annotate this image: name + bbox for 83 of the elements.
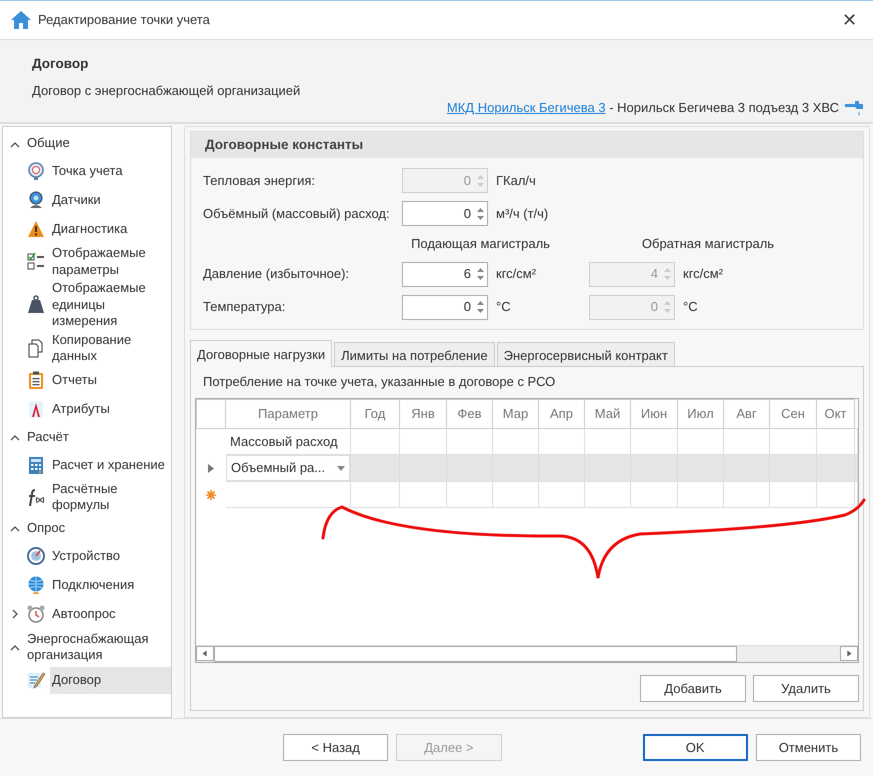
dialog-button[interactable]: Отменить xyxy=(756,734,862,761)
tab[interactable]: Лимиты на потребление xyxy=(334,342,495,366)
gauge-icon xyxy=(27,162,45,181)
tree-group[interactable]: Общие xyxy=(3,130,171,157)
field-label: Температура: xyxy=(202,298,286,316)
dialog-button[interactable]: OK xyxy=(642,734,748,761)
tree-item[interactable]: Отображаемые единицы измерения xyxy=(50,280,171,330)
dropdown-cell[interactable]: Объемный ра... xyxy=(226,455,350,481)
column-header[interactable]: Окт xyxy=(816,400,854,428)
warning-icon xyxy=(27,220,45,239)
field-label: Тепловая энергия: xyxy=(202,172,316,190)
tree-item[interactable]: Расчет и хранение xyxy=(50,452,171,478)
speedometer-icon xyxy=(27,546,45,566)
column-header[interactable]: Июл xyxy=(678,400,724,428)
tree-group[interactable]: Энергоснабжающая организация xyxy=(3,628,171,666)
note-pencil-icon xyxy=(27,670,45,690)
unit-label: м³/ч (т/ч) xyxy=(495,204,550,223)
breadcrumb-link[interactable]: МКД Норильск Бегичева 3 xyxy=(446,98,606,118)
dialog-button[interactable]: < Назад xyxy=(283,734,388,761)
grid-caption: Потребление на точке учета, указанные в договоре с РСО xyxy=(202,373,556,391)
calculator-icon xyxy=(27,456,45,474)
breadcrumb-path: - Норильск Бегичева 3 подъезд 3 ХВС xyxy=(608,99,839,118)
column-header: Подающая магистраль xyxy=(410,235,551,253)
row-pointer-icon xyxy=(208,464,214,474)
unit-label: ГКал/ч xyxy=(495,172,537,190)
unit-label: °C xyxy=(682,298,699,316)
globe-icon xyxy=(27,576,45,594)
tree-item[interactable]: Датчики xyxy=(50,187,171,214)
window-title: Редактирование точки учета xyxy=(38,11,211,30)
column-header[interactable]: Год xyxy=(350,400,400,428)
unit-label: кгс/см² xyxy=(682,265,724,284)
tree-item[interactable]: Расчётные формулы xyxy=(50,480,171,514)
column-header[interactable]: Фев xyxy=(446,400,492,428)
alarm-clock-icon xyxy=(27,604,45,624)
clipboard-icon xyxy=(27,370,45,390)
column-header[interactable]: Июн xyxy=(630,400,678,428)
column-header[interactable]: Сен xyxy=(770,400,816,428)
horizontal-scrollbar[interactable] xyxy=(196,645,858,662)
tree-item[interactable]: Атрибуты xyxy=(50,396,171,422)
column-header[interactable]: Янв xyxy=(400,400,446,428)
function-icon xyxy=(27,488,45,506)
checklist-icon xyxy=(27,252,45,271)
tree-item[interactable]: Диагностика xyxy=(50,216,171,243)
weight-icon xyxy=(27,295,45,314)
dropdown-caret-icon xyxy=(337,466,345,470)
grid-action-button[interactable]: Добавить xyxy=(640,675,746,702)
tree-item[interactable]: Отчеты xyxy=(50,366,171,394)
tree-item[interactable]: Копирование данных xyxy=(50,332,171,364)
number-field[interactable]: 0 xyxy=(402,201,488,226)
tree-item[interactable]: Точка учета xyxy=(50,158,171,185)
tree-item[interactable]: Устройство xyxy=(50,542,171,570)
field-label: Объёмный (массовый) расход: xyxy=(202,204,391,223)
unit-label: кгс/см² xyxy=(495,265,538,284)
number-field[interactable]: 0 xyxy=(402,294,488,320)
column-header[interactable]: Параметр xyxy=(226,400,350,428)
table-cell: Массовый расход xyxy=(226,428,350,454)
copy-icon xyxy=(27,338,45,358)
unit-label: °C xyxy=(495,298,512,316)
column-header[interactable]: Май xyxy=(584,400,630,428)
webcam-icon xyxy=(27,191,45,210)
page-title: Договор xyxy=(32,55,90,73)
tree-item[interactable]: Отображаемые параметры xyxy=(50,245,171,278)
column-header[interactable]: Апр xyxy=(538,400,584,428)
column-header[interactable]: Авг xyxy=(724,400,770,428)
letter-a-icon xyxy=(27,400,45,418)
tree-item[interactable]: Подключения xyxy=(50,572,171,598)
tree-item[interactable]: Договор xyxy=(50,666,171,694)
section-header: Договорные константы xyxy=(191,132,863,158)
number-field[interactable]: 6 xyxy=(402,262,488,286)
tab[interactable]: Энергосервисный контракт xyxy=(496,342,675,366)
page-subtitle: Договор с энергоснабжающей организацией xyxy=(32,82,302,100)
close-button[interactable]: ✕ xyxy=(836,11,863,29)
asterisk-icon xyxy=(206,490,216,500)
tree-group[interactable]: Опрос xyxy=(3,514,171,542)
tree-item[interactable]: Автоопрос xyxy=(50,600,171,628)
grid-action-button[interactable]: Удалить xyxy=(753,675,859,702)
home-icon xyxy=(10,10,32,30)
column-header[interactable]: Мар xyxy=(492,400,538,428)
tree-group[interactable]: Расчёт xyxy=(3,424,171,450)
tab[interactable]: Договорные нагрузки xyxy=(190,340,332,367)
scrollbar-thumb[interactable] xyxy=(214,646,737,662)
faucet-icon xyxy=(843,98,865,118)
field-label: Давление (избыточное): xyxy=(202,265,350,284)
